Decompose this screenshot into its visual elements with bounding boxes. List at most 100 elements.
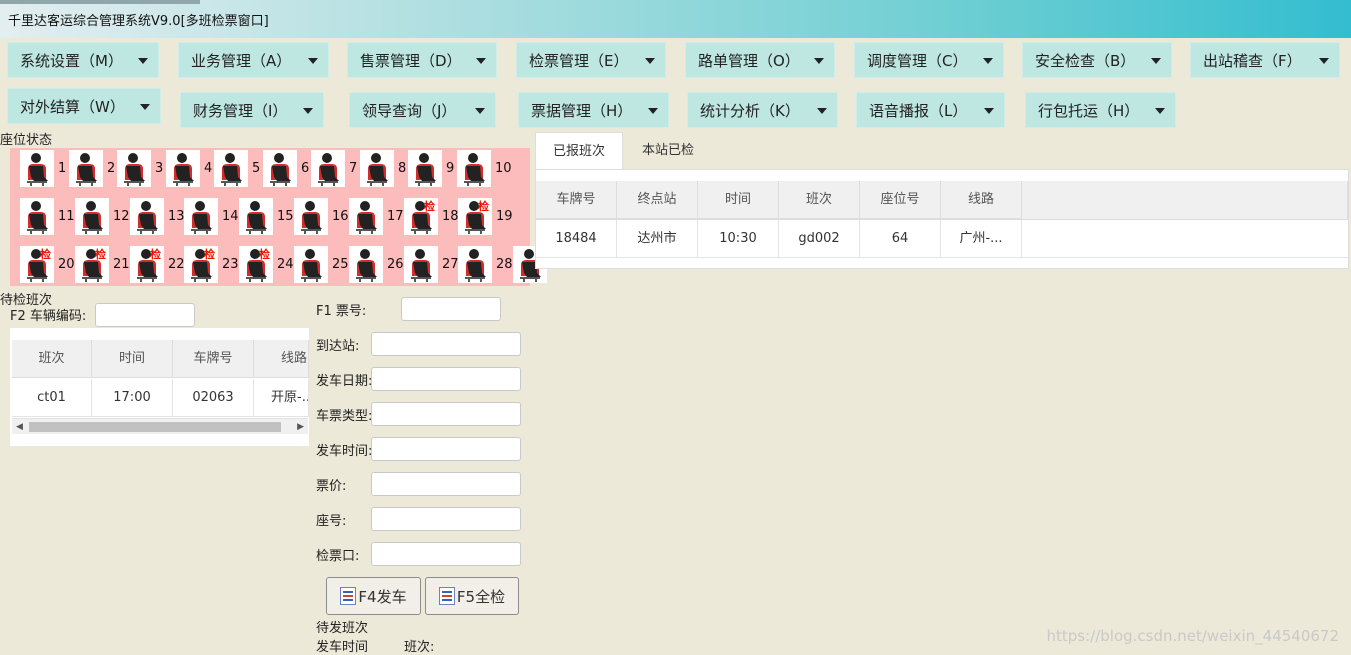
seat-number: 14: [222, 209, 239, 224]
seat-icon: [75, 198, 109, 235]
depart-time-input[interactable]: [371, 437, 521, 461]
column-header[interactable]: 终点站: [617, 181, 698, 219]
ticket-number-input[interactable]: [401, 297, 501, 321]
seat-icon: [458, 246, 492, 283]
horizontal-scrollbar[interactable]: ◀ ▶: [12, 418, 308, 434]
seat-number-input[interactable]: [371, 507, 521, 531]
seat-number: 17: [387, 209, 404, 224]
seat-number: 3: [155, 161, 164, 176]
ticket-type-input[interactable]: [371, 402, 521, 426]
table-cell: 18484: [536, 220, 617, 258]
seat-10[interactable]: 10: [457, 150, 512, 188]
seat-16[interactable]: 16: [294, 198, 349, 236]
seat-23[interactable]: 检 23: [184, 246, 239, 284]
seat-number: 23: [222, 257, 239, 272]
column-header[interactable]: 车牌号: [173, 340, 254, 378]
menu-baggage[interactable]: 行包托运（H）: [1025, 92, 1176, 128]
seat-number: 26: [387, 257, 404, 272]
seat-25[interactable]: 25: [294, 246, 349, 284]
depart-date-label: 发车日期:: [316, 374, 373, 389]
menu-external-settlement[interactable]: 对外结算（W）: [7, 88, 161, 124]
seat-number: 12: [113, 209, 130, 224]
shift-column-label: 班次:: [404, 640, 435, 655]
seat-1[interactable]: 1: [20, 150, 68, 188]
check-all-button[interactable]: F5全检: [425, 577, 519, 615]
menu-system-settings[interactable]: 系统设置（M）: [7, 42, 159, 78]
table-cell: 达州市: [617, 220, 698, 258]
menu-leader-query[interactable]: 领导查询（J）: [349, 92, 496, 128]
seat-12[interactable]: 12: [75, 198, 130, 236]
seat-15[interactable]: 15: [239, 198, 294, 236]
column-header[interactable]: 线路: [941, 181, 1022, 219]
seat-11[interactable]: 11: [20, 198, 75, 236]
seat-18[interactable]: 检 18: [404, 198, 459, 236]
seat-number: 6: [301, 161, 310, 176]
menu-ticket-check[interactable]: 检票管理（E）: [516, 42, 666, 78]
seat-icon: [360, 150, 394, 187]
seat-13[interactable]: 13: [130, 198, 185, 236]
seat-19[interactable]: 检 19: [458, 198, 513, 236]
arrow-right-icon[interactable]: ▶: [297, 422, 304, 432]
seat-number: 13: [168, 209, 185, 224]
seat-6[interactable]: 6: [263, 150, 311, 188]
seat-4[interactable]: 4: [166, 150, 214, 188]
column-header[interactable]: 班次: [779, 181, 860, 219]
seat-7[interactable]: 7: [311, 150, 359, 188]
checked-mark: 检: [424, 200, 435, 213]
seat-5[interactable]: 5: [214, 150, 262, 188]
column-header[interactable]: 座位号: [860, 181, 941, 219]
destination-input[interactable]: [371, 332, 521, 356]
seat-14[interactable]: 14: [184, 198, 239, 236]
seat-status-label: 座位状态: [0, 133, 53, 148]
menu-waybill[interactable]: 路单管理（O）: [685, 42, 835, 78]
caret-down-icon: [1319, 58, 1329, 64]
seat-2[interactable]: 2: [69, 150, 117, 188]
title-strip: [0, 0, 200, 4]
seat-number: 2: [107, 161, 116, 176]
seat-icon: [408, 150, 442, 187]
seat-icon: [117, 150, 151, 187]
seat-3[interactable]: 3: [117, 150, 165, 188]
depart-button[interactable]: F4发车: [326, 577, 421, 615]
gate-input[interactable]: [371, 542, 521, 566]
seat-27[interactable]: 27: [404, 246, 459, 284]
seat-22[interactable]: 检 22: [130, 246, 185, 284]
seat-24[interactable]: 检 24: [239, 246, 294, 284]
seat-17[interactable]: 17: [349, 198, 404, 236]
watermark: https://blog.csdn.net/weixin_44540672: [1046, 627, 1339, 645]
menu-dispatch[interactable]: 调度管理（C）: [854, 42, 1004, 78]
menu-finance[interactable]: 财务管理（I）: [180, 92, 324, 128]
seat-9[interactable]: 9: [408, 150, 456, 188]
seat-21[interactable]: 检 21: [75, 246, 130, 284]
menu-statistics[interactable]: 统计分析（K）: [687, 92, 838, 128]
column-header[interactable]: 线路: [254, 340, 309, 378]
seat-28[interactable]: 28: [458, 246, 513, 284]
table-cell-empty: [1022, 220, 1348, 258]
column-header[interactable]: 时间: [698, 181, 779, 219]
seat-26[interactable]: 26: [349, 246, 404, 284]
vehicle-code-label: F2 车辆编码:: [10, 309, 87, 324]
tab-reported-shifts[interactable]: 已报班次: [535, 132, 623, 170]
seat-20[interactable]: 检 20: [20, 246, 75, 284]
arrow-left-icon[interactable]: ◀: [16, 422, 23, 432]
caret-down-icon: [138, 58, 148, 64]
seat-8[interactable]: 8: [360, 150, 408, 188]
menu-business[interactable]: 业务管理（A）: [178, 42, 329, 78]
tab-station-checked[interactable]: 本站已检: [623, 132, 713, 170]
menu-exit-inspection[interactable]: 出站稽查（F）: [1190, 42, 1340, 78]
depart-date-input[interactable]: [371, 367, 521, 391]
table-cell: gd002: [779, 220, 860, 258]
seat-icon: [20, 150, 54, 187]
menu-ticket-sales[interactable]: 售票管理（D）: [347, 42, 497, 78]
column-header[interactable]: 班次: [12, 340, 92, 378]
caret-down-icon: [1151, 58, 1161, 64]
menu-receipt[interactable]: 票据管理（H）: [518, 92, 669, 128]
menu-safety-check[interactable]: 安全检查（B）: [1022, 42, 1172, 78]
menu-voice-broadcast[interactable]: 语音播报（L）: [856, 92, 1005, 128]
scrollbar-thumb[interactable]: [29, 422, 281, 432]
vehicle-code-input[interactable]: [95, 303, 195, 327]
table-cell: 开原-...: [254, 379, 309, 417]
column-header[interactable]: 车牌号: [536, 181, 617, 219]
column-header[interactable]: 时间: [92, 340, 173, 378]
fare-input[interactable]: [371, 472, 521, 496]
